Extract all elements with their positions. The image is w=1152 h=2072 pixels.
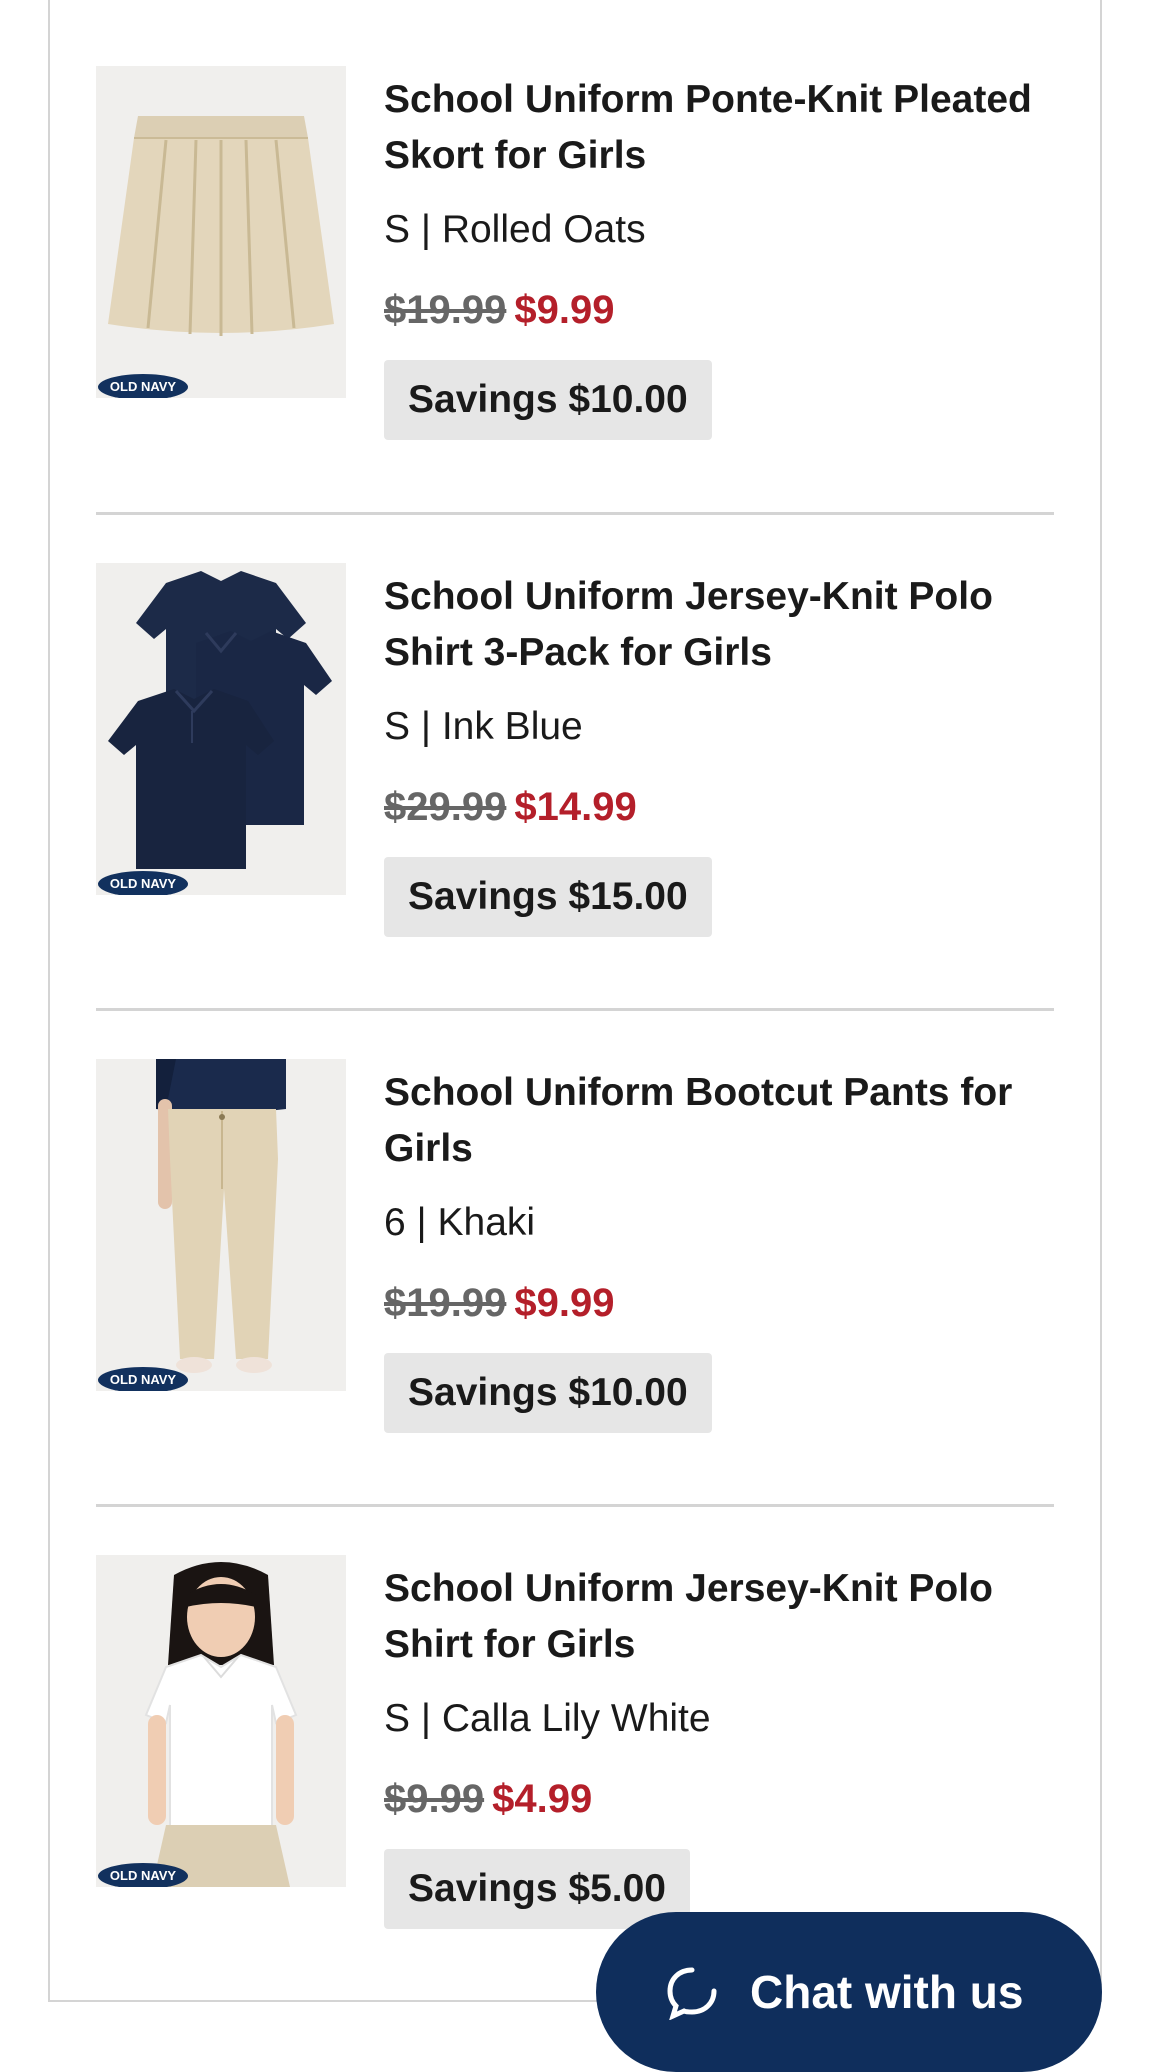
product-image-skort[interactable]: OLD NAVY [96, 66, 346, 398]
product-variant: S | Calla Lily White [384, 1697, 711, 1740]
product-name[interactable]: School Uniform Jersey-Knit Polo Shirt 3-… [384, 569, 1044, 681]
girl-polo-icon [96, 1555, 346, 1887]
product-name[interactable]: School Uniform Ponte-Knit Pleated Skort … [384, 72, 1044, 184]
chat-with-us-button[interactable]: Chat with us [596, 1912, 1102, 2072]
sale-price: $4.99 [492, 1777, 593, 1821]
savings-badge: Savings $5.00 [384, 1849, 690, 1929]
skort-icon [96, 66, 346, 398]
savings-badge: Savings $15.00 [384, 857, 712, 937]
pants-icon [96, 1059, 346, 1391]
product-variant: S | Ink Blue [384, 705, 583, 748]
original-price: $9.99 [384, 1777, 485, 1821]
product-image-polo-3pack[interactable]: OLD NAVY [96, 563, 346, 895]
price-row: $29.99 $14.99 [384, 779, 637, 835]
price-row: $19.99 $9.99 [384, 282, 614, 338]
product-image-girl-polo[interactable]: OLD NAVY [96, 1555, 346, 1887]
polo-shirts-icon [96, 563, 346, 895]
item-divider [96, 1504, 1054, 1507]
sale-price: $14.99 [514, 785, 637, 829]
price-row: $9.99 $4.99 [384, 1771, 592, 1827]
brand-badge: OLD NAVY [98, 1367, 188, 1391]
product-image-bootcut-pants[interactable]: OLD NAVY [96, 1059, 346, 1391]
original-price: $19.99 [384, 1281, 507, 1325]
savings-badge: Savings $10.00 [384, 360, 712, 440]
brand-badge: OLD NAVY [98, 374, 188, 398]
product-name[interactable]: School Uniform Jersey-Knit Polo Shirt fo… [384, 1561, 1044, 1673]
product-name[interactable]: School Uniform Bootcut Pants for Girls [384, 1065, 1044, 1177]
product-variant: S | Rolled Oats [384, 208, 646, 251]
item-divider [96, 512, 1054, 515]
brand-badge: OLD NAVY [98, 1863, 188, 1887]
chat-label: Chat with us [750, 1966, 1024, 2018]
price-row: $19.99 $9.99 [384, 1275, 614, 1331]
sale-price: $9.99 [514, 1281, 615, 1325]
brand-badge: OLD NAVY [98, 871, 188, 895]
savings-badge: Savings $10.00 [384, 1353, 712, 1433]
original-price: $29.99 [384, 785, 507, 829]
chat-bubble-icon [667, 1967, 717, 2020]
original-price: $19.99 [384, 288, 507, 332]
product-variant: 6 | Khaki [384, 1201, 536, 1244]
item-divider [96, 1008, 1054, 1011]
sale-price: $9.99 [514, 288, 615, 332]
